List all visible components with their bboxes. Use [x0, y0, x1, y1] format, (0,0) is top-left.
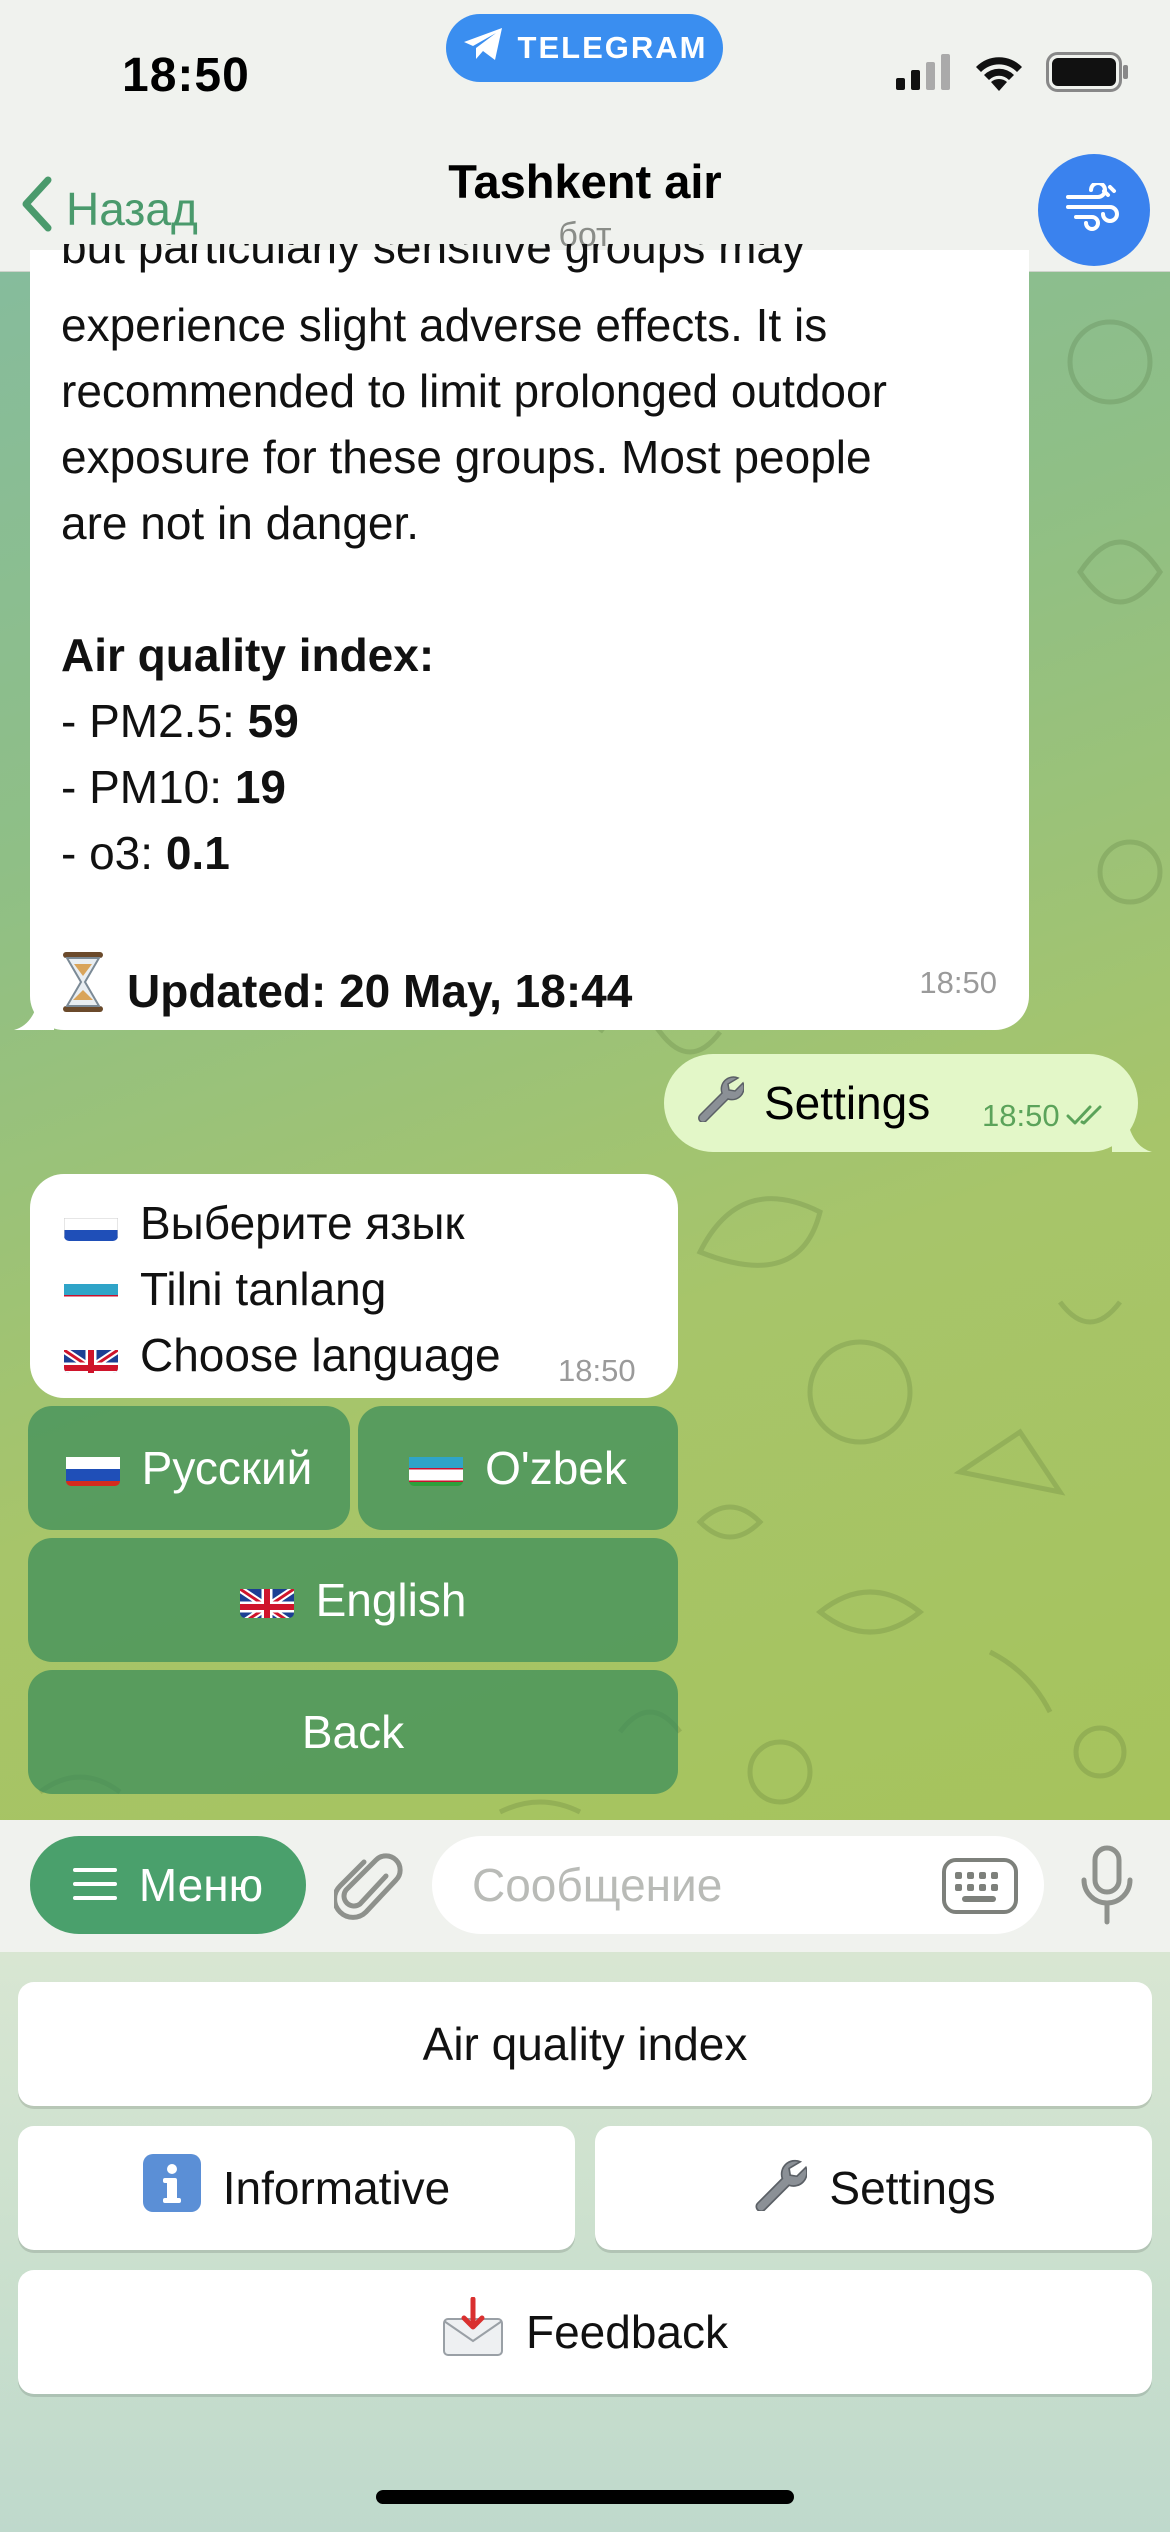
hourglass-icon [61, 952, 105, 1029]
return-to-telegram-pill[interactable]: TELEGRAM [446, 14, 723, 82]
wifi-icon [974, 53, 1024, 96]
hamburger-icon [72, 1858, 117, 1912]
info-icon [142, 2153, 201, 2223]
o3-value: 0.1 [165, 827, 230, 879]
wrench-icon [694, 1072, 745, 1133]
settings-label: Settings [829, 2162, 996, 2214]
pm10-value: 19 [234, 761, 286, 813]
uzbek-button[interactable]: O'zbek [358, 1406, 678, 1530]
double-check-icon [1066, 1098, 1108, 1134]
russian-label: Русский [141, 1442, 313, 1494]
language-line: Choose language [140, 1329, 501, 1381]
message-time: 18:50 [919, 965, 997, 1000]
informative-label: Informative [222, 2162, 451, 2214]
english-label: English [315, 1574, 467, 1626]
pm10-row: - PM10: 19 [61, 761, 286, 813]
settings-button[interactable]: Settings [595, 2126, 1152, 2250]
back-inline-label: Back [301, 1706, 405, 1758]
reply-keyboard: Air quality index Informative Settings F… [0, 1952, 1170, 2532]
informative-button[interactable]: Informative [18, 2126, 575, 2250]
uk-flag-icon [239, 1582, 294, 1618]
bubble-tail [14, 990, 54, 1030]
message-time: 18:50 [558, 1353, 636, 1388]
menu-label: Меню [138, 1859, 264, 1911]
chat-title[interactable]: Tashkent air [0, 154, 1170, 209]
message-input-bar: Меню [0, 1820, 1170, 1952]
battery-icon [1046, 52, 1130, 97]
uzbekistan-flag-icon [64, 1271, 118, 1307]
home-indicator[interactable] [376, 2490, 794, 2504]
telegram-plane-icon [462, 26, 504, 70]
updated-text: Updated: 20 May, 18:44 [127, 964, 633, 1017]
language-line: Tilni tanlang [140, 1263, 387, 1315]
cellular-signal-icon [896, 54, 952, 95]
settings-text: Settings [764, 1076, 931, 1129]
paperclip-icon[interactable] [332, 1846, 406, 1931]
russian-button[interactable]: Русский [28, 1406, 350, 1530]
uzbekistan-flag-icon [409, 1450, 464, 1486]
back-inline-button[interactable]: Back [28, 1670, 678, 1794]
uk-flag-icon [64, 1337, 118, 1373]
english-button[interactable]: English [28, 1538, 678, 1662]
report-line: experience slight adverse effects. It is [61, 299, 828, 351]
air-quality-button[interactable]: Air quality index [18, 1982, 1152, 2106]
language-prompt-message: Выберите язык Tilni tanlang Choose langu… [30, 1174, 678, 1398]
feedback-button[interactable]: Feedback [18, 2270, 1152, 2394]
o3-row: - o3: 0.1 [61, 827, 230, 879]
feedback-label: Feedback [525, 2306, 728, 2358]
return-app-label: TELEGRAM [517, 30, 708, 65]
wrench-icon [751, 2155, 809, 2222]
bubble-tail [1112, 1112, 1152, 1152]
language-line: Выберите язык [140, 1197, 465, 1249]
uzbek-label: O'zbek [485, 1442, 627, 1494]
incoming-envelope-icon [442, 2296, 504, 2368]
status-bar: 18:50 TELEGRAM [0, 0, 1170, 150]
outgoing-settings-message: Settings 18:50 [664, 1054, 1138, 1152]
updated-row: Updated: 20 May, 18:44 [61, 952, 1021, 1029]
russia-flag-icon [65, 1450, 120, 1486]
message-time: 18:50 [982, 1098, 1060, 1133]
russia-flag-icon [64, 1205, 118, 1241]
report-line: exposure for these groups. Most people [61, 431, 872, 483]
report-line: are not in danger. [61, 497, 420, 549]
air-report-message: but particularly sensitive groups may ex… [30, 244, 1029, 1030]
pm25-value: 59 [247, 695, 299, 747]
pm25-row: - PM2.5: 59 [61, 695, 299, 747]
status-time: 18:50 [122, 49, 250, 102]
wind-icon [1064, 180, 1124, 238]
keyboard-icon[interactable] [942, 1858, 1018, 1919]
index-heading: Air quality index: [61, 629, 435, 681]
air-quality-label: Air quality index [422, 2018, 748, 2070]
menu-button[interactable]: Меню [30, 1836, 306, 1934]
report-line: recommended to limit prolonged outdoor [61, 365, 887, 417]
bot-avatar[interactable] [1038, 154, 1150, 266]
microphone-icon[interactable] [1080, 1844, 1134, 1931]
